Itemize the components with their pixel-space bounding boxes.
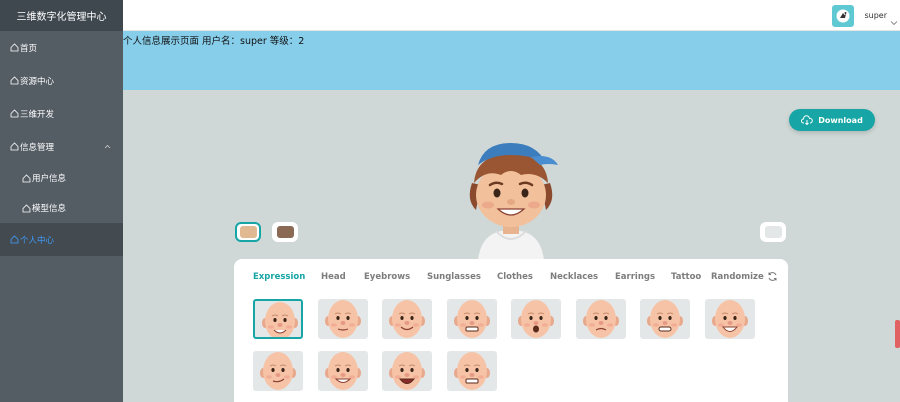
sidebar-item-resources[interactable]: 资源中心 [0,64,123,97]
expression-option-teeth[interactable] [446,351,497,391]
app-title: 三维数字化管理中心 [0,0,123,31]
top-header: super [123,0,900,31]
sidebar-item-label: 个人中心 [20,235,55,246]
avatar-character [469,143,558,260]
expression-option-wide-grin[interactable] [317,351,368,391]
expression-option-big-smile[interactable] [704,299,755,339]
page-scrollbar[interactable] [895,31,900,402]
sidebar-item-label: 信息管理 [20,142,55,153]
home-icon [22,173,31,183]
scrollbar-thumb[interactable] [895,320,900,348]
tab-clothes[interactable]: Clothes [497,272,533,282]
sidebar-item-label: 首页 [20,43,38,54]
expression-option-laugh[interactable] [382,351,432,391]
expression-option-teeth-grin[interactable] [640,299,690,339]
sidebar-item-info-management[interactable]: 信息管理 [0,130,123,163]
tab-eyebrows[interactable]: Eyebrows [364,272,410,282]
face-preview-icon [262,302,298,337]
chevron-down-icon[interactable] [890,11,898,30]
download-label: Download [818,115,863,125]
sidebar-item-personal-center[interactable]: 个人中心 [0,223,123,256]
avatar-logo-icon [836,9,850,23]
home-icon [10,76,19,85]
category-tabs: Expression Head Eyebrows Sunglasses Clot… [253,272,780,284]
face-preview-icon [453,300,490,338]
face-preview-icon [647,300,683,338]
home-icon [10,109,19,118]
face-preview-icon [389,352,425,390]
sidebar-item-home[interactable]: 首页 [0,31,123,64]
avatar-creator: Download Expression Head Eyebrows Sungla… [123,90,900,402]
sidebar-item-label: 三维开发 [20,109,55,120]
skin-color-swatch-dark[interactable] [272,222,298,242]
sidebar-item-3d-dev[interactable]: 三维开发 [0,97,123,130]
header-username[interactable]: super [864,11,887,20]
tab-earrings[interactable]: Earrings [615,272,655,282]
customization-panel: Expression Head Eyebrows Sunglasses Clot… [234,259,788,402]
home-icon [10,142,19,151]
expression-option-neutral[interactable] [317,299,368,339]
sidebar-item-label: 用户信息 [32,174,67,184]
face-preview-icon [711,300,748,338]
tab-expression[interactable]: Expression [253,272,305,282]
face-preview-icon [389,300,425,338]
expression-option-happy[interactable] [382,299,432,339]
expression-option-surprised[interactable] [511,299,561,339]
tab-necklaces[interactable]: Necklaces [550,272,598,282]
tab-randomize[interactable]: Randomize [711,272,764,282]
home-icon [10,235,19,244]
user-info-text: 个人信息展示页面 用户名：super 等级：2 [123,36,305,47]
expression-option-smirk[interactable] [253,351,303,391]
sidebar-item-model-info[interactable]: 模型信息 [0,193,123,223]
tab-sunglasses[interactable]: Sunglasses [427,272,481,282]
background-color-swatch[interactable] [760,222,786,242]
user-info-banner: 个人信息展示页面 用户名：super 等级：2 [123,31,900,90]
chevron-up-icon [104,142,111,152]
face-preview-icon [453,352,490,390]
sidebar: 三维数字化管理中心 首页 资源中心 三维开发 信息管理 用户信息 模型信息 个人… [0,0,123,402]
face-preview-icon [260,352,296,390]
face-preview-icon [582,300,619,338]
cloud-download-icon [801,115,813,125]
home-icon [10,43,19,52]
home-icon [22,203,31,213]
tab-head[interactable]: Head [321,272,346,282]
avatar[interactable] [832,5,854,27]
expression-option-smile[interactable] [253,299,303,339]
face-preview-icon [324,352,361,390]
download-button[interactable]: Download [789,109,875,131]
sidebar-item-label: 资源中心 [20,76,55,87]
expression-option-sad[interactable] [575,299,626,339]
face-preview-icon [518,300,554,338]
sidebar-item-user-info[interactable]: 用户信息 [0,163,123,193]
expression-option-grimace[interactable] [446,299,497,339]
sidebar-item-label: 模型信息 [32,204,67,214]
skin-color-swatch-light[interactable] [235,222,261,242]
tab-tattoo[interactable]: Tattoo [671,272,701,282]
refresh-icon[interactable] [767,271,778,282]
face-preview-icon [324,300,361,338]
